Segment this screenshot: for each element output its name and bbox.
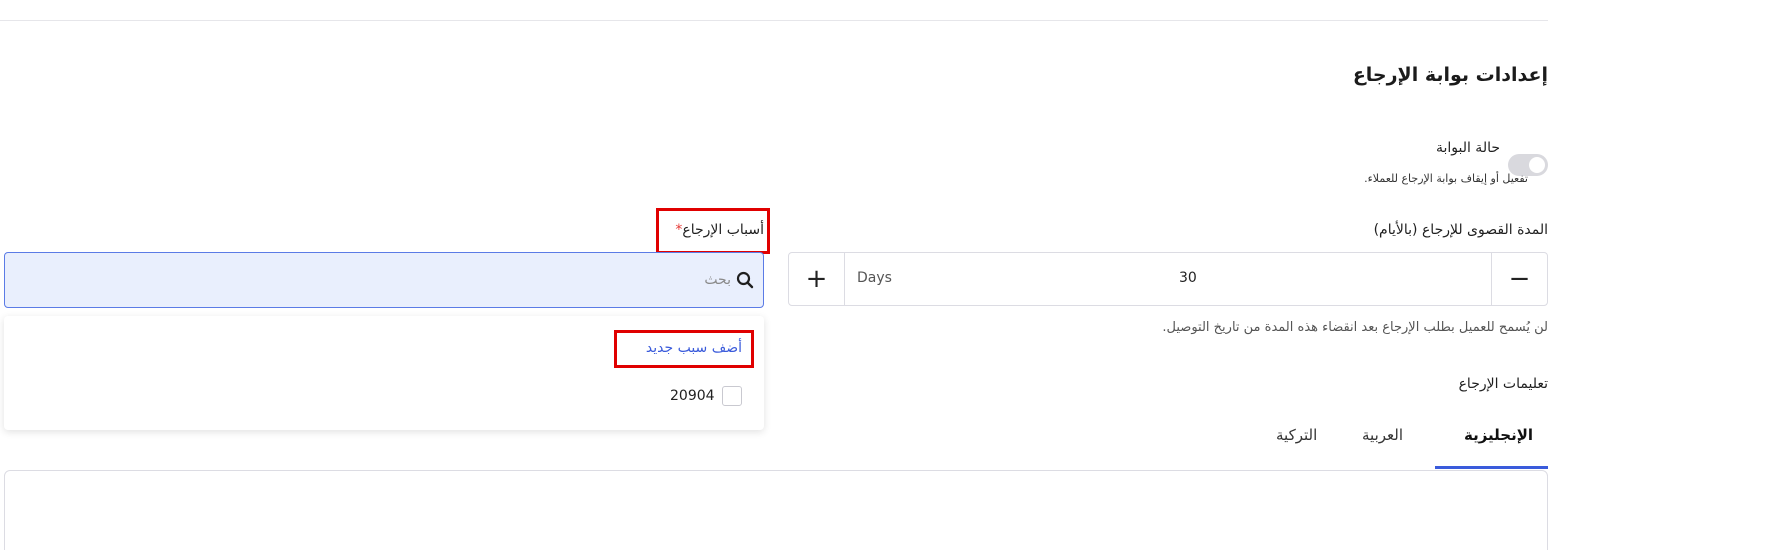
highlight-box-reasons-label — [656, 208, 770, 254]
reason-option-label: 20904 — [670, 388, 715, 404]
max-days-help-text: لن يُسمح للعميل بطلب الإرجاع بعد انقضاء … — [1162, 320, 1548, 335]
portal-status-description: تفعيل أو إيقاف بوابة الإرجاع للعملاء. — [1364, 172, 1528, 185]
decrement-button[interactable]: − — [1491, 253, 1547, 305]
toggle-knob — [1529, 157, 1545, 173]
max-days-value[interactable]: 30 — [1179, 270, 1197, 286]
search-icon — [736, 271, 754, 289]
return-instructions-label: تعليمات الإرجاع — [1458, 376, 1548, 392]
top-divider — [0, 20, 1548, 21]
reasons-search-box[interactable] — [4, 252, 764, 308]
reason-option[interactable]: 20904 — [660, 386, 744, 408]
reasons-search-input[interactable] — [425, 269, 731, 291]
max-days-stepper: + Days 30 − — [788, 252, 1548, 306]
tab-english[interactable]: الإنجليزية — [1464, 426, 1533, 444]
active-tab-indicator — [1435, 466, 1548, 469]
instructions-editor[interactable] — [4, 470, 1548, 550]
increment-button[interactable]: + — [789, 253, 845, 305]
tab-arabic[interactable]: العربية — [1362, 426, 1403, 444]
reason-option-checkbox[interactable] — [722, 386, 742, 406]
max-days-label: المدة القصوى للإرجاع (بالأيام) — [1373, 222, 1548, 238]
language-tabs: الإنجليزية العربية التركية — [1240, 414, 1548, 470]
tab-turkish[interactable]: التركية — [1276, 426, 1317, 444]
portal-status-title: حالة البوابة — [1435, 140, 1500, 156]
section-title: إعدادات بوابة الإرجاع — [1352, 64, 1548, 86]
days-unit: Days — [857, 270, 892, 286]
highlight-box-add-reason — [614, 330, 754, 368]
